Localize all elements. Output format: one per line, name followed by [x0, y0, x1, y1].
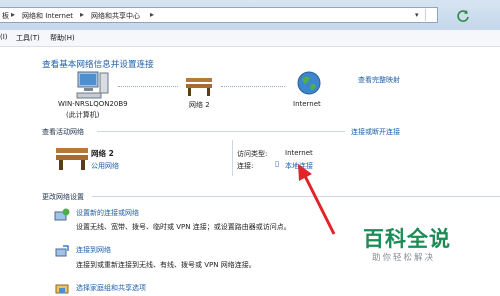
breadcrumb-separator-icon: ▸: [80, 10, 85, 19]
computer-sub-label: (此计算机): [66, 111, 100, 119]
bench-network-icon: [56, 148, 88, 170]
access-type-value: Internet: [285, 149, 313, 157]
connect-network-desc: 连接到或重新连接到无线、有线、拨号或 VPN 网络连接。: [76, 261, 256, 269]
homegroup-icon: [55, 284, 69, 294]
computer-name-label: WIN-NRSLQON20B9: [58, 100, 128, 108]
map-connector-line: [221, 86, 285, 87]
breadcrumb-separator-icon: ▸: [11, 10, 16, 19]
setup-connection-desc: 设置无线、宽带、拨号、临时或 VPN 连接；或设置路由器或访问点。: [76, 223, 291, 231]
connections-label: 连接:: [237, 162, 254, 170]
watermark-subtitle: 助你轻松解决: [372, 253, 436, 263]
annotation-arrow-icon: [298, 164, 336, 235]
connect-network-icon: [55, 245, 69, 257]
watermark-title: 百科全说: [363, 227, 451, 251]
setup-connection-link[interactable]: 设置新的连接或网络: [76, 208, 139, 218]
new-connection-icon: [54, 208, 70, 221]
homegroup-link[interactable]: 选择家庭组和共享选项: [76, 283, 146, 293]
vertical-divider: [232, 140, 233, 176]
change-settings-title: 更改网络设置: [42, 193, 84, 201]
network-type-link[interactable]: 公用网络: [91, 161, 119, 171]
active-networks-title: 查看活动网络: [42, 128, 84, 136]
active-network-name: 网络 2: [91, 149, 114, 158]
access-type-label: 访问类型:: [237, 150, 268, 158]
menu-item-tools[interactable]: 工具(T): [16, 33, 40, 43]
menu-item-view[interactable]: (I): [0, 33, 8, 41]
internet-label: Internet: [293, 100, 321, 108]
breadcrumb-network-sharing-center[interactable]: 网络和共享中心: [91, 11, 140, 21]
connect-network-link[interactable]: 连接到网络: [76, 245, 111, 255]
bench-network-icon: [186, 78, 212, 96]
globe-icon: [297, 71, 321, 95]
refresh-icon[interactable]: [456, 9, 470, 23]
breadcrumb-fragment[interactable]: 板: [2, 11, 9, 21]
map-connector-line: [118, 86, 178, 87]
divider: [425, 9, 426, 21]
full-map-link[interactable]: 查看完整映射: [358, 75, 400, 85]
network-label: 网络 2: [189, 101, 210, 109]
menu-item-help[interactable]: 帮助(H): [50, 33, 75, 43]
address-box[interactable]: 板 ▸ 网络和 Internet ▸ 网络和共享中心 ▸ ▾: [0, 7, 438, 23]
section-divider: [97, 131, 345, 132]
address-bar-region: 板 ▸ 网络和 Internet ▸ 网络和共享中心 ▸ ▾: [0, 0, 500, 31]
dropdown-arrow-icon[interactable]: ▾: [415, 11, 419, 19]
breadcrumb-network-internet[interactable]: 网络和 Internet: [22, 11, 73, 21]
breadcrumb-separator-icon: ▸: [150, 10, 155, 19]
menu-bar: (I) 工具(T) 帮助(H): [0, 30, 500, 47]
connect-disconnect-link[interactable]: 连接或断开连接: [351, 127, 400, 137]
ethernet-icon: ▯: [275, 159, 280, 168]
